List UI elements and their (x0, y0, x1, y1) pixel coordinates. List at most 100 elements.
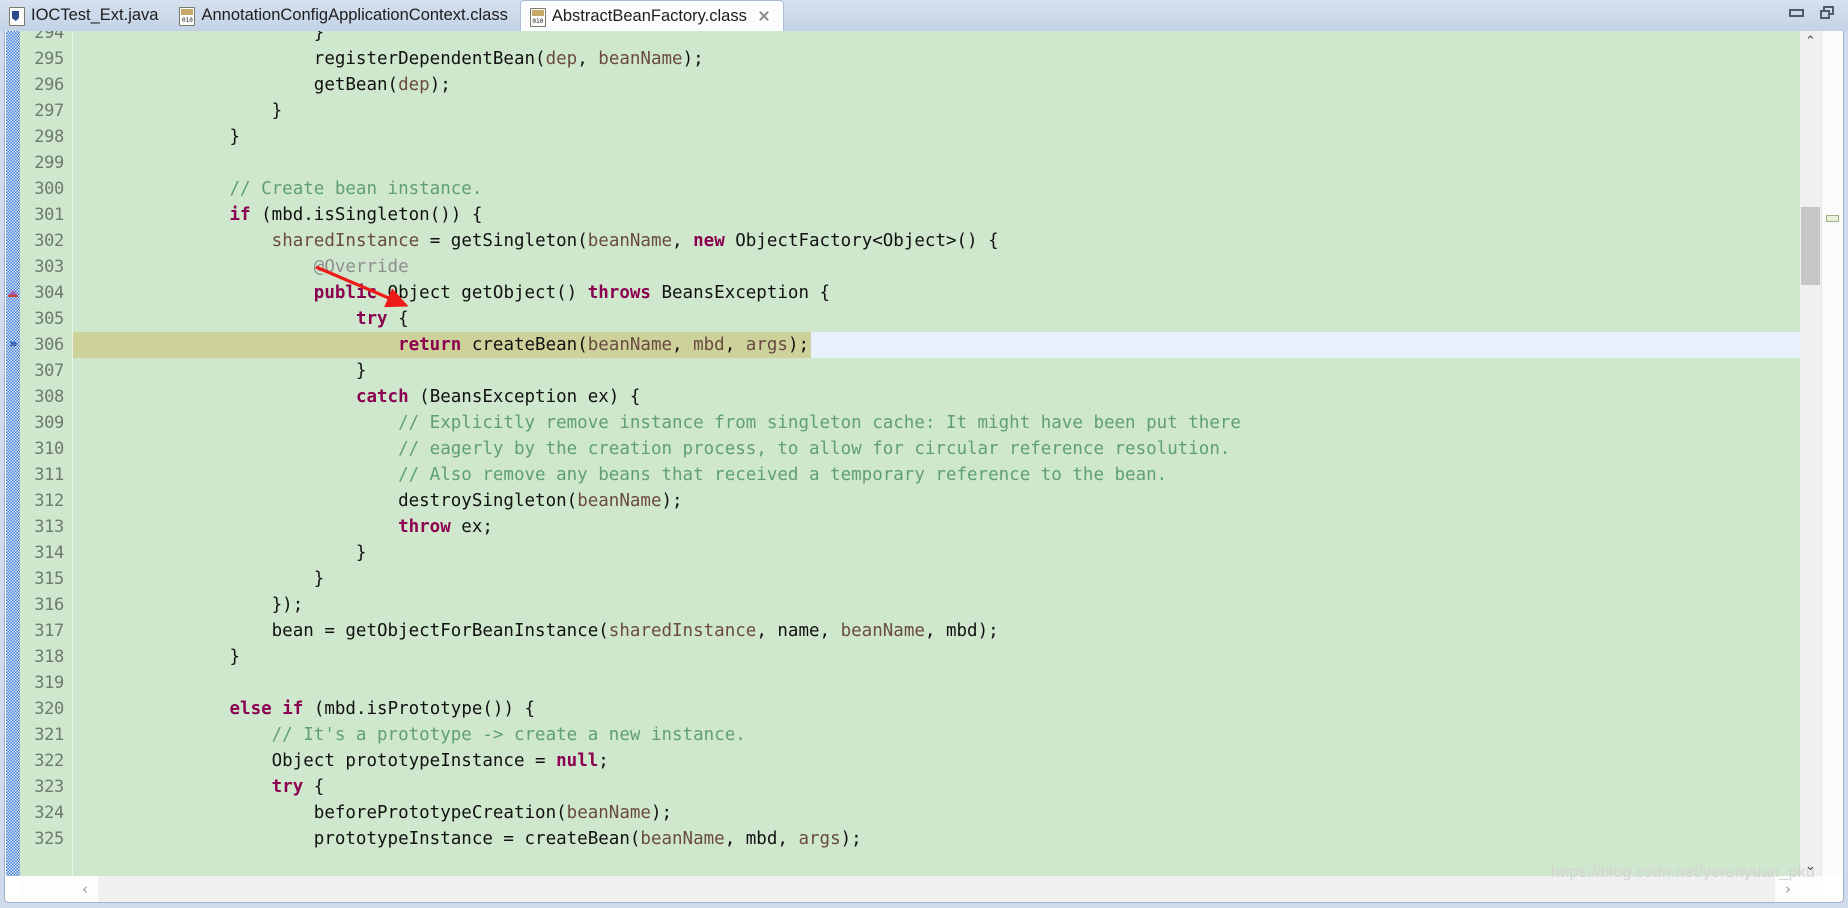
editor-tab-label: AnnotationConfigApplicationContext.class (201, 6, 508, 24)
code-line[interactable]: } (73, 124, 241, 150)
code-token-param: dep (545, 49, 578, 69)
code-token-param: mbd (693, 335, 725, 355)
class-file-icon-glyph (179, 7, 196, 26)
code-line[interactable]: destroySingleton(beanName); (73, 488, 683, 514)
line-number: 310 (34, 439, 64, 459)
line-number: 324 (34, 803, 64, 823)
code-line[interactable]: }); (73, 592, 304, 618)
code-token-plain: , name, (756, 621, 841, 641)
code-line[interactable]: try { (73, 774, 325, 800)
code-line[interactable]: registerDependentBean(dep, beanName); (73, 46, 704, 72)
code-token-param: beanName (598, 49, 683, 69)
code-line[interactable]: prototypeInstance = createBean(beanName,… (73, 826, 862, 852)
code-line[interactable]: if (mbd.isSingleton()) { (73, 202, 483, 228)
code-token-plain: BeansException { (650, 283, 831, 303)
editor-tab-bar: IOCTest_Ext.java AnnotationConfigApplicat… (0, 0, 1848, 31)
code-token-cmt: // Also remove any beans that received a… (82, 465, 1168, 485)
code-token-plain: ); (650, 803, 673, 823)
code-line[interactable]: } (73, 31, 325, 46)
code-token-cmt: // Create bean instance. (82, 179, 483, 199)
overview-marker[interactable] (1826, 215, 1839, 222)
code-token-kw: throw (398, 517, 451, 537)
code-token-plain: , (724, 335, 746, 355)
class-file-icon (529, 7, 546, 27)
line-number: 301 (34, 205, 64, 225)
code-token-plain: } (82, 361, 367, 381)
line-number: 307 (34, 361, 64, 381)
code-line[interactable]: Object prototypeInstance = null; (73, 748, 609, 774)
code-token-plain: beforePrototypeCreation( (82, 803, 567, 823)
code-line[interactable]: // Also remove any beans that received a… (73, 462, 1167, 488)
code-line[interactable]: throw ex; (73, 514, 493, 540)
editor-tab-0[interactable]: IOCTest_Ext.java (0, 0, 170, 31)
code-token-plain: Object prototypeInstance = (82, 751, 557, 771)
code-line[interactable]: } (73, 644, 241, 670)
code-line[interactable]: bean = getObjectForBeanInstance(sharedIn… (73, 618, 999, 644)
code-line[interactable]: public Object getObject() throws BeansEx… (73, 280, 830, 306)
code-token-plain: }); (82, 595, 304, 615)
code-token-param: beanName (840, 621, 925, 641)
eclipse-editor-window: IOCTest_Ext.java AnnotationConfigApplicat… (0, 0, 1848, 908)
code-line[interactable]: } (73, 540, 367, 566)
code-line[interactable]: // Create bean instance. (73, 176, 483, 202)
code-line[interactable]: } (73, 358, 367, 384)
code-token-plain: getBean( (82, 75, 399, 95)
code-token-plain: ); (682, 49, 704, 69)
code-token-plain: , (577, 49, 599, 69)
editor-tab-1[interactable]: AnnotationConfigApplicationContext.class (170, 0, 519, 31)
code-line[interactable]: } (73, 98, 283, 124)
vertical-scrollbar[interactable]: ⌃ ⌄ (1800, 31, 1821, 876)
code-token-kw: catch (355, 387, 409, 407)
scroll-left-icon[interactable]: ‹ (72, 876, 98, 902)
code-token-kw: public (313, 283, 378, 303)
code-line[interactable]: sharedInstance = getSingleton(beanName, … (73, 228, 999, 254)
code-line[interactable]: else if (mbd.isPrototype()) { (73, 696, 536, 722)
code-line[interactable]: // It's a prototype -> create a new inst… (73, 722, 746, 748)
code-token-plain: = getSingleton( (419, 231, 588, 251)
code-token-cmt: // Explicitly remove instance from singl… (82, 413, 1241, 433)
code-token-cmt: // It's a prototype -> create a new inst… (82, 725, 746, 745)
line-number: 323 (34, 777, 64, 797)
code-line[interactable]: // eagerly by the creation process, to a… (73, 436, 1230, 462)
code-line[interactable]: } (73, 566, 325, 592)
code-token-plain: { (303, 777, 325, 797)
code-line[interactable] (73, 150, 82, 176)
code-token-plain: bean = getObjectForBeanInstance( (82, 621, 609, 641)
code-line[interactable]: catch (BeansException ex) { (73, 384, 640, 410)
code-token-cmt: // eagerly by the creation process, to a… (82, 439, 1231, 459)
code-line[interactable] (73, 670, 82, 696)
restore-icon[interactable] (1820, 6, 1834, 19)
line-number: 296 (34, 75, 64, 95)
code-token-kw: null (556, 751, 599, 771)
code-text-area[interactable]: } registerDependentBean(dep, beanName); … (73, 31, 1822, 876)
line-number: 308 (34, 387, 64, 407)
code-line[interactable]: getBean(dep); (73, 72, 451, 98)
line-number: 302 (34, 231, 64, 251)
code-token-param: args (798, 829, 841, 849)
code-line[interactable]: @Override (73, 254, 409, 280)
code-token-param: beanName (577, 491, 662, 511)
java-file-icon (9, 7, 25, 26)
line-number: 317 (34, 621, 64, 641)
code-line[interactable]: return createBean(beanName, mbd, args); (73, 332, 809, 358)
horizontal-scroll-track[interactable] (98, 876, 1775, 902)
code-token-plain: } (82, 647, 241, 667)
code-line[interactable]: // Explicitly remove instance from singl… (73, 410, 1241, 436)
vertical-scroll-thumb[interactable] (1801, 207, 1820, 285)
code-token-param: dep (398, 75, 430, 95)
close-icon[interactable] (757, 9, 771, 23)
code-line[interactable]: try { (73, 306, 409, 332)
code-token-param: sharedInstance (608, 621, 757, 641)
line-number: 294 (34, 31, 64, 43)
overview-ruler[interactable] (1821, 31, 1842, 876)
scroll-up-icon[interactable]: ⌃ (1800, 31, 1821, 51)
minimize-icon[interactable] (1789, 8, 1804, 17)
editor-tab-2[interactable]: AbstractBeanFactory.class (519, 0, 784, 31)
line-number: 295 (34, 49, 64, 69)
line-number: 316 (34, 595, 64, 615)
code-line[interactable]: beforePrototypeCreation(beanName); (73, 800, 672, 826)
code-token-kw: return (398, 335, 462, 355)
